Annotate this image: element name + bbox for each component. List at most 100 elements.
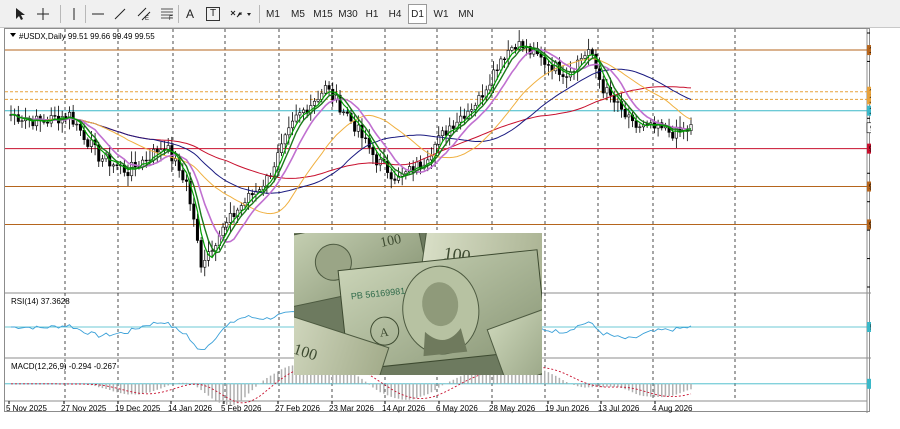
candle-body	[429, 155, 433, 161]
candle-body	[232, 213, 236, 217]
timeframe-m1-button[interactable]: M1	[262, 4, 284, 24]
candle-body	[46, 122, 50, 124]
candle-body	[20, 120, 24, 122]
price-tag-label: 98.00	[869, 183, 871, 192]
candle-body	[301, 109, 305, 113]
candle-body	[294, 114, 298, 122]
candle-body	[616, 101, 620, 103]
candle-body	[228, 213, 232, 223]
candle-body	[287, 127, 291, 136]
candle-body	[634, 120, 638, 128]
date-label: 27 Feb 2026	[275, 404, 320, 413]
timeframe-d1-button[interactable]: D1	[408, 4, 427, 24]
candle-body	[623, 109, 627, 118]
trendline-icon[interactable]	[110, 4, 130, 24]
current-price-label: 99.55	[870, 124, 871, 133]
chart-header: #USDX,Daily 99.51 99.66 99.49 99.55	[19, 32, 155, 41]
candle-body	[561, 74, 565, 77]
candle-body	[543, 56, 547, 65]
candle-body	[440, 130, 444, 137]
arrows-dropdown-icon[interactable]	[228, 4, 256, 24]
collapse-arrow-icon	[10, 33, 16, 37]
candle-body	[356, 124, 360, 132]
candle-body	[291, 120, 295, 129]
candle-body	[126, 172, 130, 177]
candle-body	[583, 55, 587, 59]
candle-body	[481, 95, 485, 98]
ma-purple-line	[11, 48, 692, 243]
text-tool-icon[interactable]: A	[180, 4, 200, 24]
timeframe-h4-button[interactable]: H4	[385, 4, 405, 24]
dollar-bills-photo: 100 100 PB 56169981 A 100 100	[294, 233, 542, 375]
candle-body	[144, 159, 148, 162]
price-tag-label: 101.60	[869, 46, 871, 55]
text-label-tool-icon[interactable]: T	[203, 4, 223, 24]
cursor-icon[interactable]	[10, 4, 30, 24]
vertical-line-icon[interactable]	[64, 4, 84, 24]
candle-body	[115, 164, 119, 166]
price-tag-label: 100.00	[869, 107, 871, 116]
candle-body	[111, 164, 115, 167]
candle-body	[605, 87, 609, 94]
candle-body	[510, 47, 514, 51]
candle-body	[170, 145, 174, 162]
date-label: 23 Mar 2026	[329, 404, 374, 413]
timeframe-m15-button[interactable]: M15	[311, 4, 335, 24]
svg-text:F: F	[169, 16, 173, 21]
date-label: 5 Nov 2025	[6, 404, 47, 413]
candle-body	[283, 134, 287, 145]
candle-body	[89, 139, 93, 147]
candle-body	[100, 158, 104, 162]
candle-body	[258, 189, 262, 192]
candle-body	[345, 111, 349, 114]
candle-body	[323, 85, 327, 94]
price-tag-label: 100.30	[869, 95, 871, 104]
candle-body	[239, 205, 243, 211]
equidistant-channel-icon[interactable]: E	[134, 4, 154, 24]
candle-body	[404, 171, 408, 175]
timeframe-m5-button[interactable]: M5	[287, 4, 309, 24]
date-label: 4 Aug 2026	[652, 404, 693, 413]
crosshair-icon[interactable]	[33, 4, 53, 24]
timeframe-m30-button[interactable]: M30	[336, 4, 360, 24]
candle-body	[612, 94, 616, 103]
date-label: 27 Nov 2025	[61, 404, 107, 413]
candle-body	[503, 58, 507, 61]
candle-body	[221, 226, 225, 237]
svg-text:A: A	[379, 325, 389, 340]
candle-body	[627, 114, 631, 118]
candle-body	[565, 76, 569, 78]
candle-body	[488, 84, 492, 91]
timeframe-w1-button[interactable]: W1	[430, 4, 452, 24]
candle-body	[590, 49, 594, 55]
candle-body	[327, 85, 331, 90]
candle-body	[514, 47, 518, 50]
fibonacci-icon[interactable]: F	[157, 4, 177, 24]
candle-body	[181, 170, 185, 181]
candle-body	[225, 222, 229, 228]
date-label: 14 Jan 2026	[168, 404, 213, 413]
candle-body	[389, 172, 393, 180]
candle-body	[280, 143, 284, 153]
timeframe-h1-button[interactable]: H1	[362, 4, 382, 24]
candle-body	[75, 123, 79, 126]
candle-body	[364, 137, 368, 139]
candle-body	[671, 132, 675, 139]
candle-body	[546, 64, 550, 66]
candle-body	[250, 193, 254, 196]
candle-body	[316, 99, 320, 102]
candle-body	[601, 79, 605, 94]
date-label: 28 May 2026	[489, 404, 536, 413]
candle-body	[462, 115, 466, 119]
candle-body	[298, 112, 302, 116]
candle-body	[378, 158, 382, 166]
horizontal-line-icon[interactable]	[88, 4, 108, 24]
timeframe-mn-button[interactable]: MN	[455, 4, 477, 24]
date-label: 5 Feb 2026	[221, 404, 262, 413]
svg-text:E: E	[145, 16, 149, 21]
candle-body	[199, 240, 203, 268]
macd-label: MACD(12,26,9) -0.294 -0.267	[11, 362, 117, 371]
price-tag-label: 97.00	[869, 220, 871, 229]
candle-body	[312, 100, 316, 106]
candle-body	[342, 111, 346, 114]
